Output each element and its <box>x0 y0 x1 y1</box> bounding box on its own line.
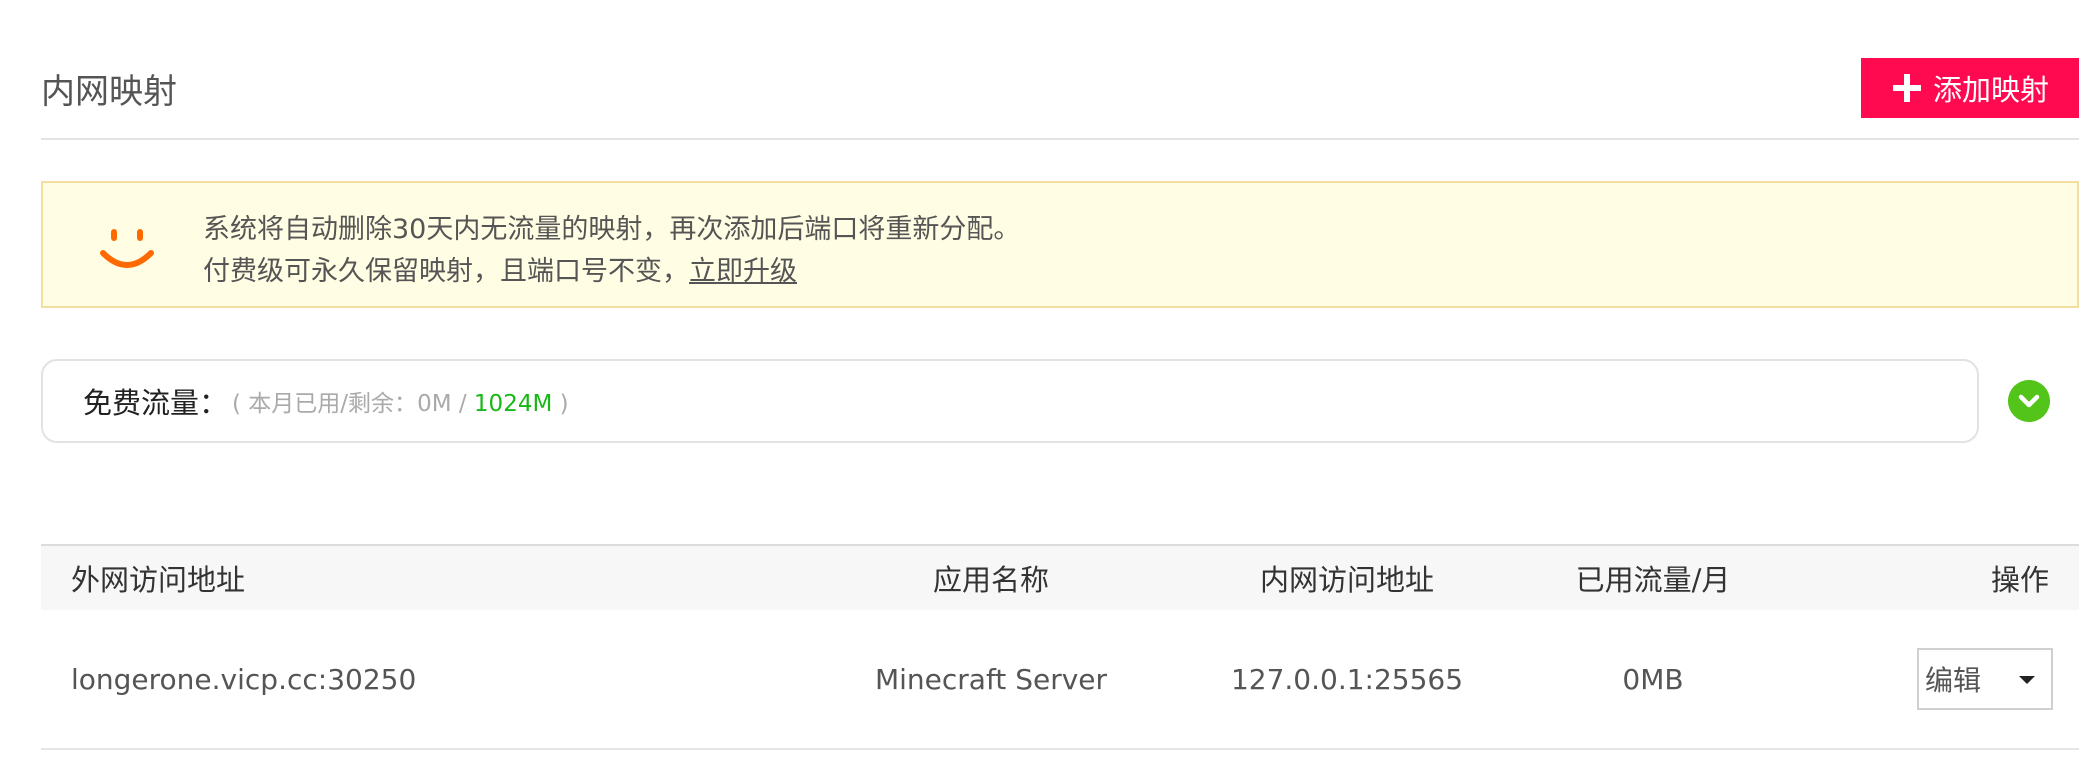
table-header: 外网访问地址 应用名称 内网访问地址 已用流量/月 操作 <box>41 546 2079 610</box>
traffic-used: 0M <box>417 391 452 417</box>
traffic-separator: / <box>451 391 474 417</box>
app-name-cell: Minecraft Server <box>874 662 1108 696</box>
column-header-traffic-used: 已用流量/月 <box>1575 563 1731 597</box>
notice-line-2-text: 付费级可永久保留映射，且端口号不变， <box>203 256 689 287</box>
traffic-detail-suffix: ) <box>552 391 569 417</box>
add-mapping-button-label: 添加映射 <box>1932 73 2049 107</box>
column-header-app-name: 应用名称 <box>932 563 1049 597</box>
column-header-internal-address: 内网访问地址 <box>1259 563 1434 597</box>
free-traffic-panel: 免费流量： ( 本月已用/剩余：0M / 1024M ) <box>41 359 1979 443</box>
caret-down-icon <box>2019 676 2035 684</box>
upgrade-link[interactable]: 立即升级 <box>689 256 797 287</box>
mapping-table: 外网访问地址 应用名称 内网访问地址 已用流量/月 操作 longerone.v… <box>41 544 2079 750</box>
internal-address-cell: 127.0.0.1:25565 <box>1230 662 1464 696</box>
chevron-down-icon[interactable] <box>2008 380 2050 422</box>
actions-cell: 编辑 <box>1773 648 2079 710</box>
column-header-external-address: 外网访问地址 <box>71 563 246 597</box>
traffic-used-cell: 0MB <box>1622 662 1684 696</box>
column-header-actions: 操作 <box>1990 563 2049 597</box>
free-traffic-detail: ( 本月已用/剩余：0M / 1024M ) <box>232 384 569 418</box>
free-traffic-label: 免费流量： <box>83 386 229 420</box>
notice-line-1: 系统将自动删除30天内无流量的映射，再次添加后端口将重新分配。 <box>203 214 1021 245</box>
page-title: 内网映射 <box>41 72 177 112</box>
edit-dropdown-label: 编辑 <box>1925 664 1982 697</box>
port-mapping-page: 内网映射 添加映射 系统将自动删除30天内无流量的映射，再次添加后端口将重新分配… <box>0 0 2079 775</box>
notice-text: 系统将自动删除30天内无流量的映射，再次添加后端口将重新分配。 付费级可永久保留… <box>203 209 1020 293</box>
edit-dropdown[interactable]: 编辑 <box>1917 648 2053 710</box>
header-divider <box>41 138 2079 140</box>
smile-icon <box>100 229 154 268</box>
plus-icon <box>1892 74 1921 102</box>
table-row: longerone.vicp.cc:30250 Minecraft Server… <box>41 610 2079 750</box>
notice-banner: 系统将自动删除30天内无流量的映射，再次添加后端口将重新分配。 付费级可永久保留… <box>41 181 2079 308</box>
notice-line-2: 付费级可永久保留映射，且端口号不变，立即升级 <box>203 251 1020 293</box>
external-address-cell: longerone.vicp.cc:30250 <box>71 662 417 696</box>
add-mapping-button[interactable]: 添加映射 <box>1861 58 2079 118</box>
traffic-remaining: 1024M <box>473 391 553 417</box>
traffic-detail-prefix: ( 本月已用/剩余： <box>232 391 418 417</box>
